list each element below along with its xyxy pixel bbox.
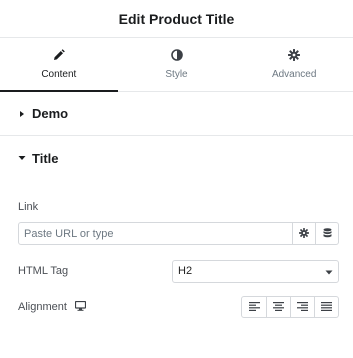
tab-style[interactable]: Style	[118, 38, 236, 91]
align-center-icon	[273, 298, 284, 316]
html-tag-label: HTML Tag	[18, 265, 69, 277]
link-input[interactable]	[19, 223, 292, 244]
tab-content[interactable]: Content	[0, 38, 118, 92]
tab-bar: Content Style Advanced	[0, 38, 353, 92]
alignment-label: Alignment	[18, 301, 67, 313]
panel-title: Edit Product Title	[118, 10, 235, 27]
align-left-button[interactable]	[242, 297, 266, 317]
tab-label: Advanced	[271, 69, 317, 80]
section-title-toggle[interactable]: Title	[0, 136, 353, 180]
alignment-row: Alignment	[18, 295, 339, 319]
html-tag-value: H2	[178, 265, 193, 277]
link-label: Link	[18, 201, 39, 213]
section-demo-label: Demo	[32, 106, 69, 121]
align-right-icon	[297, 298, 308, 316]
align-justify-button[interactable]	[314, 297, 338, 317]
tab-label: Content	[41, 68, 77, 80]
html-tag-select[interactable]: H2	[172, 259, 339, 283]
pencil-icon	[53, 48, 65, 61]
link-options-button[interactable]	[292, 223, 315, 244]
section-demo-toggle[interactable]: Demo	[0, 92, 353, 136]
tab-advanced[interactable]: Advanced	[235, 38, 353, 91]
database-icon	[323, 225, 332, 243]
tab-label: Style	[165, 69, 188, 80]
gear-icon	[299, 225, 309, 243]
caret-right-icon	[18, 110, 30, 118]
gear-icon	[288, 49, 301, 61]
align-right-button[interactable]	[290, 297, 314, 317]
align-center-button[interactable]	[266, 297, 290, 317]
caret-down-icon	[18, 154, 30, 162]
alignment-choices	[241, 296, 339, 318]
alignment-label-group: Alignment	[18, 298, 87, 316]
title-section-body: Link Paste URL or type HTML Tag H2 Align…	[0, 201, 353, 319]
desktop-icon[interactable]	[74, 298, 87, 316]
panel-header: Edit Product Title	[0, 0, 353, 38]
contrast-icon	[170, 49, 183, 61]
align-left-icon	[248, 298, 260, 316]
chevron-down-icon	[325, 262, 333, 280]
align-justify-icon	[321, 298, 332, 316]
section-title-label: Title	[32, 150, 59, 166]
link-control	[18, 222, 339, 245]
dynamic-tags-button[interactable]	[315, 223, 338, 244]
html-tag-row: HTML Tag H2	[18, 259, 339, 283]
